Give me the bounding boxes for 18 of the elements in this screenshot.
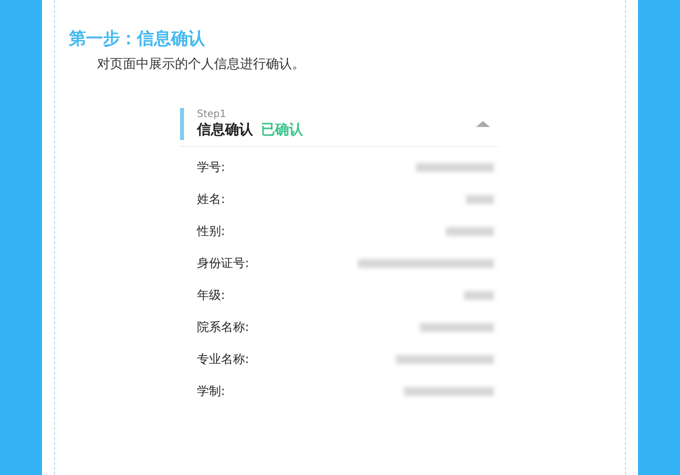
card-title: 信息确认 [197, 121, 253, 139]
field-label: 院系名称: [197, 318, 250, 336]
blurred-value [466, 194, 494, 204]
field-label: 年级: [197, 286, 226, 304]
field-label: 学制: [197, 382, 226, 400]
field-label: 专业名称: [197, 350, 250, 368]
blurred-value [446, 226, 494, 236]
field-label: 学号: [197, 158, 226, 176]
field-label: 姓名: [197, 190, 226, 208]
accent-bar [180, 108, 184, 140]
field-label: 身份证号: [197, 254, 250, 272]
blurred-value [464, 290, 494, 300]
status-label: 已确认 [261, 121, 303, 139]
description-text: 对页面中展示的个人信息进行确认。 [97, 56, 306, 74]
step-label: Step1 [197, 109, 228, 121]
field-label: 性别: [197, 222, 226, 240]
section-heading: 第一步：信息确认 [69, 28, 206, 50]
collapse-toggle-icon[interactable] [476, 121, 490, 127]
